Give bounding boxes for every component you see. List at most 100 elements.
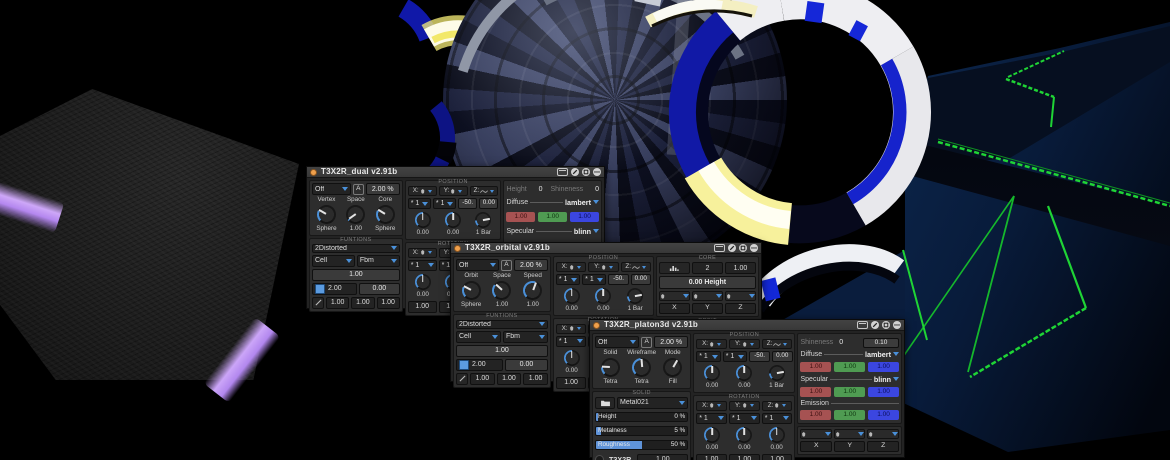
specular-green-value[interactable]: 1.00 bbox=[834, 387, 865, 397]
mode-dropdown[interactable]: Off bbox=[312, 183, 351, 195]
function-value[interactable]: 1.00 bbox=[523, 373, 548, 385]
function-amount[interactable]: 1.00 bbox=[456, 345, 548, 357]
specular-dropdown[interactable]: blinn bbox=[874, 376, 899, 383]
rotation-value[interactable]: 1.00 bbox=[556, 377, 586, 389]
rotation-z-knob[interactable] bbox=[769, 427, 785, 443]
rotation-z-mode[interactable]: Z: bbox=[762, 401, 793, 411]
diffuse-blue-value[interactable]: 1.00 bbox=[570, 212, 599, 222]
emission-blue-value[interactable]: 1.00 bbox=[868, 410, 899, 420]
position-x-mult[interactable]: * 1 bbox=[696, 351, 721, 362]
emission-red-value[interactable]: 1.00 bbox=[800, 410, 831, 420]
mode-knob[interactable] bbox=[663, 358, 682, 377]
rotation-z-mult[interactable]: * 1 bbox=[762, 413, 793, 424]
map-z-mode[interactable] bbox=[867, 429, 899, 439]
position-y-mult[interactable]: * 1 bbox=[582, 274, 606, 285]
folder-icon[interactable] bbox=[595, 397, 615, 409]
color-swatch[interactable] bbox=[315, 284, 325, 294]
shineness-value[interactable]: 0 bbox=[839, 339, 843, 346]
rotation-y-mult[interactable]: * 1 bbox=[729, 413, 760, 424]
function-value[interactable]: 1.00 bbox=[470, 373, 495, 385]
rotation-value[interactable]: 1.00 bbox=[408, 301, 437, 313]
position-z-max[interactable]: 0.00 bbox=[479, 198, 498, 209]
function-value[interactable]: 1.00 bbox=[326, 297, 349, 309]
position-y-mult[interactable]: * 1 bbox=[433, 198, 456, 209]
rotation-y-mode[interactable]: Y: bbox=[729, 401, 760, 411]
position-z-min[interactable]: -50. bbox=[458, 198, 477, 209]
auto-button[interactable]: A bbox=[641, 337, 652, 348]
position-y-knob[interactable] bbox=[445, 212, 461, 228]
position-y-knob[interactable] bbox=[595, 288, 611, 304]
rotation-y-knob[interactable] bbox=[736, 427, 752, 443]
rotation-x-mode[interactable]: X: bbox=[556, 324, 586, 334]
position-y-mode[interactable]: Y: bbox=[439, 186, 468, 196]
waveform-icon[interactable] bbox=[659, 262, 690, 274]
position-z-max[interactable]: 0.00 bbox=[631, 274, 651, 285]
solid-knob[interactable] bbox=[601, 358, 620, 377]
position-z-knob[interactable] bbox=[769, 365, 785, 381]
auto-button[interactable]: A bbox=[353, 184, 364, 195]
position-x-mode[interactable]: X: bbox=[696, 339, 727, 349]
preset-dropdown[interactable]: 2Distorted bbox=[456, 320, 548, 329]
map-x-mode[interactable] bbox=[800, 429, 832, 439]
specular-red-value[interactable]: 1.00 bbox=[800, 387, 831, 397]
generator-a-dropdown[interactable]: Cell bbox=[312, 255, 355, 267]
position-z-knob[interactable] bbox=[475, 212, 491, 228]
rotation-x-knob[interactable] bbox=[704, 427, 720, 443]
rotation-value[interactable]: 1.00 bbox=[696, 454, 727, 460]
position-x-knob[interactable] bbox=[704, 365, 720, 381]
mode-dropdown[interactable]: Off bbox=[595, 336, 639, 348]
diffuse-red-value[interactable]: 1.00 bbox=[800, 362, 831, 372]
diffuse-dropdown[interactable]: lambert bbox=[865, 351, 899, 358]
position-y-mode[interactable]: Y: bbox=[588, 262, 618, 272]
diffuse-dropdown[interactable]: lambert bbox=[565, 199, 599, 206]
specular-blue-value[interactable]: 1.00 bbox=[868, 387, 899, 397]
save-icon[interactable] bbox=[882, 321, 890, 329]
rotation-x-mode[interactable]: X: bbox=[408, 248, 437, 258]
shineness-amount[interactable]: 0.10 bbox=[863, 338, 899, 348]
mode-dropdown[interactable]: Off bbox=[456, 259, 499, 271]
vertex-knob[interactable] bbox=[317, 205, 336, 224]
position-z-mode[interactable]: Z: bbox=[621, 262, 651, 272]
offset-value[interactable]: 0.00 bbox=[505, 359, 548, 371]
generator-b-dropdown[interactable]: Fbm bbox=[357, 255, 400, 267]
rotation-x-knob[interactable] bbox=[564, 350, 580, 366]
metalness-slider[interactable]: Metalness 5 % bbox=[595, 426, 688, 436]
position-x-knob[interactable] bbox=[564, 288, 580, 304]
position-x-mode[interactable]: X: bbox=[556, 262, 586, 272]
map-y-mode[interactable] bbox=[834, 429, 866, 439]
device-led[interactable] bbox=[310, 169, 317, 176]
diffuse-green-value[interactable]: 1.00 bbox=[834, 362, 865, 372]
orbit-knob[interactable] bbox=[462, 281, 481, 300]
core-z-mode[interactable] bbox=[725, 291, 756, 301]
titlebar[interactable]: T3X2R_dual v2.91b bbox=[307, 167, 604, 178]
position-z-mode[interactable]: Z: bbox=[470, 186, 499, 196]
core-count[interactable]: 2 bbox=[692, 262, 723, 274]
height-slider[interactable]: Height 0 % bbox=[595, 412, 688, 422]
window-icon[interactable] bbox=[714, 244, 725, 252]
edit-icon[interactable] bbox=[571, 168, 579, 176]
core-x-mode[interactable] bbox=[659, 291, 690, 301]
rotation-x-mode[interactable]: X: bbox=[696, 401, 727, 411]
rotation-x-mult[interactable]: * 1 bbox=[556, 336, 586, 347]
curve-icon[interactable] bbox=[312, 297, 324, 309]
device-value[interactable]: 1.00 bbox=[637, 454, 688, 460]
roughness-slider[interactable]: Roughness 50 % bbox=[595, 440, 688, 450]
core-x-button[interactable]: X bbox=[659, 303, 690, 314]
amount-value[interactable]: 2.00 % bbox=[366, 183, 400, 195]
space-knob[interactable] bbox=[346, 205, 365, 224]
position-y-knob[interactable] bbox=[736, 365, 752, 381]
generator-b-dropdown[interactable]: Fbm bbox=[503, 331, 548, 343]
wireframe-knob[interactable] bbox=[632, 358, 651, 377]
map-x-button[interactable]: X bbox=[800, 441, 832, 452]
edit-icon[interactable] bbox=[728, 244, 736, 252]
core-y-button[interactable]: Y bbox=[692, 303, 723, 314]
save-icon[interactable] bbox=[739, 244, 747, 252]
core-y-mode[interactable] bbox=[692, 291, 723, 301]
map-z-button[interactable]: Z bbox=[867, 441, 899, 452]
amount-value[interactable]: 2.00 % bbox=[514, 259, 548, 271]
speed-knob[interactable] bbox=[523, 281, 542, 300]
space-knob[interactable] bbox=[492, 281, 511, 300]
emission-green-value[interactable]: 1.00 bbox=[834, 410, 865, 420]
save-icon[interactable] bbox=[582, 168, 590, 176]
position-y-mode[interactable]: Y: bbox=[729, 339, 760, 349]
